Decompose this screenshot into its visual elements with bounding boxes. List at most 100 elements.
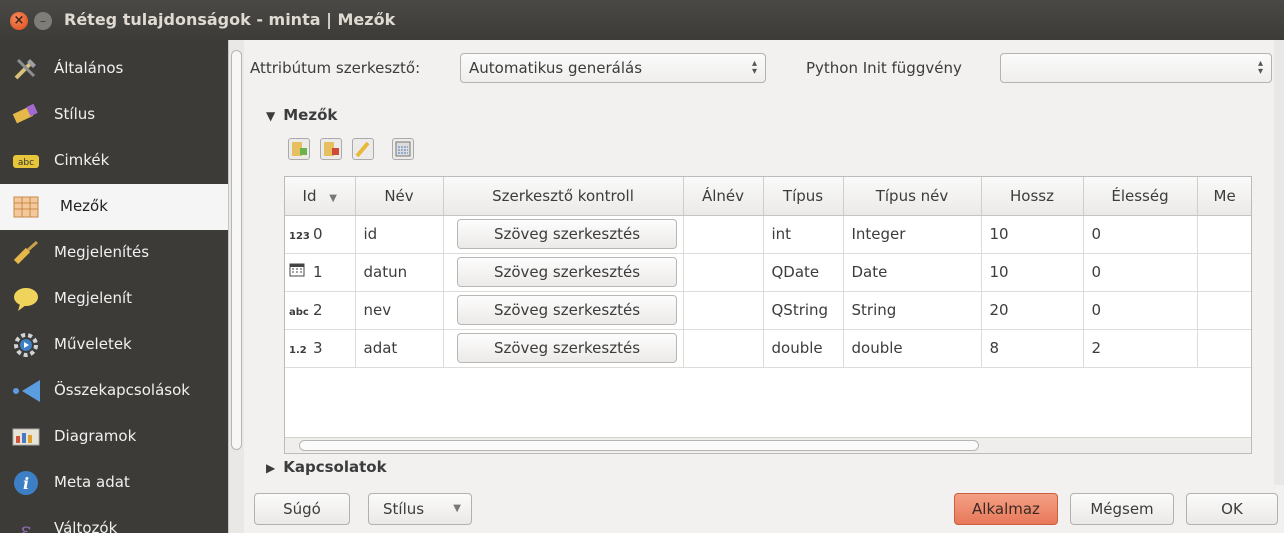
sidebar-item-rendering[interactable]: Megjelenítés xyxy=(0,230,228,276)
col-header-precision[interactable]: Élesség xyxy=(1083,177,1198,216)
sidebar-item-label: Cimkék xyxy=(54,151,110,169)
sidebar-item-joins[interactable]: Összekapcsolások xyxy=(0,368,228,414)
decimal-type-icon: 1.2 xyxy=(289,345,307,356)
editor-widget-button[interactable]: Szöveg szerkesztés xyxy=(457,257,677,287)
pencil-icon xyxy=(355,141,370,158)
col-header-type[interactable]: Típus xyxy=(763,177,844,216)
attr-editor-select[interactable]: Automatikus generálás ▴ ▾ xyxy=(460,53,766,83)
fields-panel: Attribútum szerkesztő: Automatikus gener… xyxy=(244,40,1274,485)
more-cell xyxy=(1197,215,1251,254)
sidebar-item-display[interactable]: Megjelenít xyxy=(0,276,228,322)
col-header-more[interactable]: Me xyxy=(1197,177,1251,216)
ok-button[interactable]: OK xyxy=(1186,493,1278,525)
table-header-row: Id ▼ Név Szerkesztő kontroll Álnév Típus… xyxy=(285,177,1251,216)
col-header-type-name[interactable]: Típus név xyxy=(843,177,982,216)
section-title: Kapcsolatok xyxy=(283,458,387,476)
svg-text:abc: abc xyxy=(18,158,34,168)
attr-editor-label: Attribútum szerkesztő: xyxy=(250,59,421,77)
table-horizontal-scrollbar[interactable] xyxy=(285,437,1251,453)
apply-button[interactable]: Alkalmaz xyxy=(954,493,1058,525)
sidebar-item-metadata[interactable]: i Meta adat xyxy=(0,460,228,506)
toggle-edit-button[interactable] xyxy=(352,138,374,160)
expand-arrow-icon: ▶ xyxy=(266,461,276,475)
gear-icon xyxy=(14,333,38,357)
col-header-name[interactable]: Név xyxy=(355,177,444,216)
paint-brush-icon xyxy=(13,240,38,265)
layer-properties-window: × – Réteg tulajdonságok - minta | Mezők … xyxy=(0,0,1284,533)
editor-widget-button[interactable]: Szöveg szerkesztés xyxy=(457,219,677,249)
chevron-down-icon: ▼ xyxy=(453,503,461,514)
sidebar-item-labels[interactable]: abc Cimkék xyxy=(0,138,228,184)
scrollbar-thumb[interactable] xyxy=(231,50,242,450)
length-cell: 10 xyxy=(981,253,1084,292)
new-field-button[interactable] xyxy=(288,138,310,160)
variable-icon: ε xyxy=(20,519,31,533)
id-cell: 1.2 3 xyxy=(285,329,356,368)
table-row[interactable]: 1.2 3 adat Szöveg szerkesztés double doub… xyxy=(285,329,1251,368)
svg-text:i: i xyxy=(23,474,29,493)
col-header-length[interactable]: Hossz xyxy=(981,177,1084,216)
delete-field-icon xyxy=(324,142,339,156)
window-title: Réteg tulajdonságok - minta | Mezők xyxy=(64,10,396,29)
name-cell[interactable]: nev xyxy=(355,291,444,330)
sidebar-item-diagrams[interactable]: Diagramok xyxy=(0,414,228,460)
sidebar-scrollbar[interactable] xyxy=(228,40,244,533)
fields-section-header[interactable]: ▼ Mezők xyxy=(266,106,337,124)
alias-cell[interactable] xyxy=(683,215,764,254)
date-icon xyxy=(289,263,313,280)
table-row[interactable]: 123 0 id Szöveg szerkesztés int Integer 1… xyxy=(285,215,1251,254)
updown-arrow-icon: ▴ ▾ xyxy=(1257,58,1263,77)
close-icon[interactable]: × xyxy=(10,12,28,30)
sort-arrow-icon: ▼ xyxy=(329,192,337,204)
more-cell xyxy=(1197,291,1251,330)
scrollbar-thumb[interactable] xyxy=(299,440,979,451)
delete-field-button[interactable] xyxy=(320,138,342,160)
sidebar-item-actions[interactable]: Műveletek xyxy=(0,322,228,368)
minimize-icon[interactable]: – xyxy=(34,12,52,30)
alias-cell[interactable] xyxy=(683,329,764,368)
type-name-cell: Date xyxy=(843,253,982,292)
name-cell[interactable]: datun xyxy=(355,253,444,292)
table-row[interactable]: 1 datun Szöveg szerkesztés QDate Date 10… xyxy=(285,253,1251,292)
name-cell[interactable]: adat xyxy=(355,329,444,368)
sidebar-item-variables[interactable]: ε Változók xyxy=(0,506,228,533)
sidebar-item-label: Változók xyxy=(54,519,118,533)
sidebar-item-label: Meta adat xyxy=(54,473,130,491)
sidebar-item-fields[interactable]: Mezők xyxy=(0,184,228,230)
col-header-id[interactable]: Id ▼ xyxy=(285,177,356,216)
attr-editor-value: Automatikus generálás xyxy=(469,59,643,77)
field-calculator-button[interactable] xyxy=(392,138,414,160)
table-row[interactable]: abc 2 nev Szöveg szerkesztés QString Stri… xyxy=(285,291,1251,330)
editor-widget-button[interactable]: Szöveg szerkesztés xyxy=(457,333,677,363)
sidebar-item-general[interactable]: Általános xyxy=(0,46,228,92)
table-icon xyxy=(13,196,39,218)
sidebar-item-label: Mezők xyxy=(60,197,108,215)
id-cell: 123 0 xyxy=(285,215,356,254)
col-header-alias[interactable]: Álnév xyxy=(683,177,764,216)
more-cell xyxy=(1197,253,1251,292)
cancel-button[interactable]: Mégsem xyxy=(1070,493,1174,525)
relations-section-header[interactable]: ▶ Kapcsolatok xyxy=(266,458,387,476)
precision-cell: 0 xyxy=(1083,215,1198,254)
updown-arrow-icon: ▴ ▾ xyxy=(751,58,757,77)
precision-cell: 0 xyxy=(1083,253,1198,292)
alias-cell[interactable] xyxy=(683,291,764,330)
join-arrow-icon xyxy=(13,380,40,402)
sidebar-item-label: Megjelenít xyxy=(54,289,133,307)
sidebar-item-label: Megjelenítés xyxy=(54,243,150,261)
speech-bubble-icon xyxy=(14,288,38,311)
info-icon: i xyxy=(14,471,38,495)
length-cell: 10 xyxy=(981,215,1084,254)
editor-widget-button[interactable]: Szöveg szerkesztés xyxy=(457,295,677,325)
more-cell xyxy=(1197,329,1251,368)
python-init-select[interactable]: ▴ ▾ xyxy=(1000,53,1272,83)
col-header-editor[interactable]: Szerkesztő kontroll xyxy=(443,177,684,216)
sidebar-item-style[interactable]: Stílus xyxy=(0,92,228,138)
help-button[interactable]: Súgó xyxy=(254,493,350,525)
style-menu-button[interactable]: Stílus ▼ xyxy=(368,493,472,525)
type-cell: double xyxy=(763,329,844,368)
tools-icon xyxy=(14,58,36,80)
alias-cell[interactable] xyxy=(683,253,764,292)
panel-vertical-scrollbar[interactable] xyxy=(1274,40,1284,485)
name-cell[interactable]: id xyxy=(355,215,444,254)
